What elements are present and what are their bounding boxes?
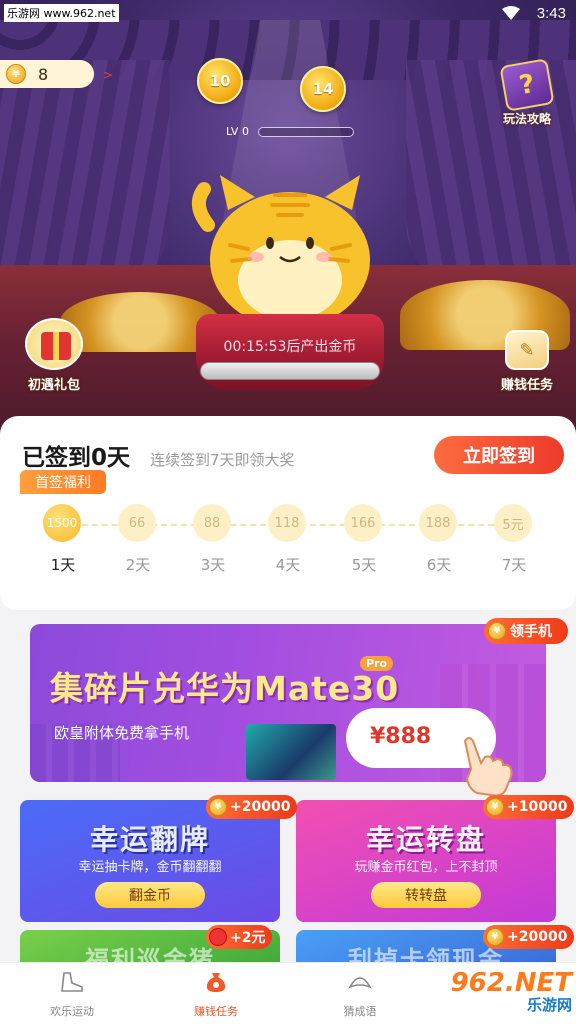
phone-image bbox=[246, 724, 336, 780]
banner-subtitle: 欧皇附体免费拿手机 bbox=[54, 724, 190, 742]
gift-button[interactable]: 初遇礼包 bbox=[16, 318, 92, 400]
reward-value: +10000 bbox=[507, 799, 568, 815]
nav-label: 赚钱任务 bbox=[194, 1005, 238, 1018]
signin-day[interactable]: 1500 1天 bbox=[43, 504, 83, 575]
level-label: LV 0 bbox=[226, 125, 249, 138]
signin-title: 已签到0天 bbox=[22, 445, 131, 471]
get-phone-tag[interactable]: ¥ 领手机 bbox=[484, 618, 568, 644]
pedestal: 00:15:53后产出金币 bbox=[196, 314, 384, 390]
day-reward: 5元 bbox=[494, 504, 532, 542]
nav-item-tasks[interactable]: 赚钱任务 bbox=[144, 963, 288, 1024]
signin-day[interactable]: 118 4天 bbox=[268, 504, 308, 575]
flip-coins-button[interactable]: 翻金币 bbox=[95, 882, 205, 908]
reward-value: +2元 bbox=[230, 930, 266, 946]
tile-title: 幸运转盘 bbox=[365, 823, 486, 856]
tile-title: 幸运翻牌 bbox=[89, 823, 210, 856]
task-label: 赚钱任务 bbox=[500, 378, 553, 393]
reward-badge: ¥ +20000 bbox=[483, 925, 575, 949]
day-label: 7天 bbox=[501, 556, 527, 574]
tiger-mascot[interactable] bbox=[190, 165, 390, 330]
day-label: 1天 bbox=[50, 556, 76, 574]
first-signin-tag: 首签福利 bbox=[20, 470, 106, 494]
shoe-icon bbox=[61, 972, 83, 992]
nav-label: 猜成语 bbox=[343, 1005, 377, 1018]
curtain-left bbox=[0, 60, 170, 300]
day-reward: 66 bbox=[118, 504, 156, 542]
day-reward: 188 bbox=[419, 504, 457, 542]
coin-balance-value: 8 bbox=[38, 64, 49, 84]
day-reward: 118 bbox=[268, 504, 306, 542]
coin-icon: ¥ bbox=[6, 64, 26, 84]
pointing-hand-icon bbox=[463, 737, 513, 797]
reward-badge: +2元 bbox=[206, 925, 273, 949]
balance-arrow[interactable]: > bbox=[103, 68, 113, 82]
day-reward: 166 bbox=[344, 504, 382, 542]
reward-value: +20000 bbox=[507, 929, 568, 945]
signin-day[interactable]: 188 6天 bbox=[419, 504, 459, 575]
signin-subtitle: 连续签到7天即领大奖 bbox=[150, 451, 295, 469]
coin-icon: ¥ bbox=[209, 798, 227, 816]
coin-icon: ¥ bbox=[486, 798, 504, 816]
reward-badge: ¥ +10000 bbox=[483, 795, 575, 819]
gift-label: 初遇礼包 bbox=[27, 378, 80, 393]
question-book-icon: ? bbox=[499, 58, 555, 112]
scroll-icon: ✎ bbox=[505, 330, 549, 370]
banner-price: ¥888 bbox=[370, 724, 432, 749]
guide-button[interactable]: ? 玩法攻略 bbox=[496, 58, 558, 130]
nav-label: 欢乐运动 bbox=[50, 1005, 94, 1018]
app-root: 乐游网 www.962.net 3:43 ¥ 8 > 10 14 ? 玩法攻略 … bbox=[0, 0, 576, 1024]
day-label: 5天 bbox=[351, 556, 377, 574]
status-bar: 乐游网 www.962.net 3:43 bbox=[0, 0, 576, 28]
reward-badge: ¥ +20000 bbox=[206, 795, 298, 819]
day-label: 3天 bbox=[200, 556, 226, 574]
wifi-icon bbox=[502, 6, 520, 20]
site-watermark: 乐游网 www.962.net bbox=[4, 4, 119, 22]
level-progress-bar bbox=[258, 127, 354, 137]
coin-bubble[interactable]: 14 bbox=[300, 66, 346, 112]
fan-idiom-icon bbox=[348, 977, 372, 989]
signin-day[interactable]: 5元 7天 bbox=[494, 504, 534, 575]
money-bag-icon bbox=[206, 973, 226, 992]
coin-balance[interactable]: ¥ 8 bbox=[0, 60, 94, 88]
coin-timer: 00:15:53后产出金币 bbox=[223, 339, 357, 355]
nav-item-idiom[interactable]: 猜成语 bbox=[288, 963, 432, 1024]
day-label: 6天 bbox=[426, 556, 452, 574]
get-phone-label: 领手机 bbox=[510, 624, 552, 640]
962-watermark: 962.NET 乐游网 bbox=[442, 968, 572, 1018]
day-reward: 88 bbox=[193, 504, 231, 542]
coin-icon: ¥ bbox=[488, 622, 506, 640]
signin-day[interactable]: 66 2天 bbox=[118, 504, 158, 575]
red-packet-icon bbox=[209, 928, 227, 946]
day-label: 2天 bbox=[125, 556, 151, 574]
coin-progress-bar bbox=[200, 362, 380, 380]
signin-day[interactable]: 166 5天 bbox=[344, 504, 384, 575]
gift-box-icon bbox=[25, 318, 83, 370]
coin-icon: ¥ bbox=[486, 928, 504, 946]
signin-card: 已签到0天 连续签到7天即领大奖 立即签到 首签福利 1500 1天 66 2天… bbox=[0, 416, 576, 610]
tile-desc: 玩赚金币红包，上不封顶 bbox=[354, 860, 498, 875]
task-button[interactable]: ✎ 赚钱任务 bbox=[492, 330, 562, 402]
guide-label: 玩法攻略 bbox=[502, 112, 551, 126]
pro-badge: Pro bbox=[360, 656, 394, 671]
signin-button[interactable]: 立即签到 bbox=[434, 436, 564, 474]
nav-item-sport[interactable]: 欢乐运动 bbox=[0, 963, 144, 1024]
coin-bubble[interactable]: 10 bbox=[197, 58, 243, 104]
reward-value: +20000 bbox=[230, 799, 291, 815]
spin-wheel-button[interactable]: 转转盘 bbox=[371, 882, 481, 908]
clock: 3:43 bbox=[536, 5, 566, 22]
banner-title: 集碎片兑华为Mate30 bbox=[50, 669, 400, 708]
day-label: 4天 bbox=[275, 556, 301, 574]
day-reward: 1500 bbox=[43, 504, 81, 542]
signin-day[interactable]: 88 3天 bbox=[193, 504, 233, 575]
tile-desc: 幸运抽卡牌，金币翻翻翻 bbox=[78, 860, 222, 875]
